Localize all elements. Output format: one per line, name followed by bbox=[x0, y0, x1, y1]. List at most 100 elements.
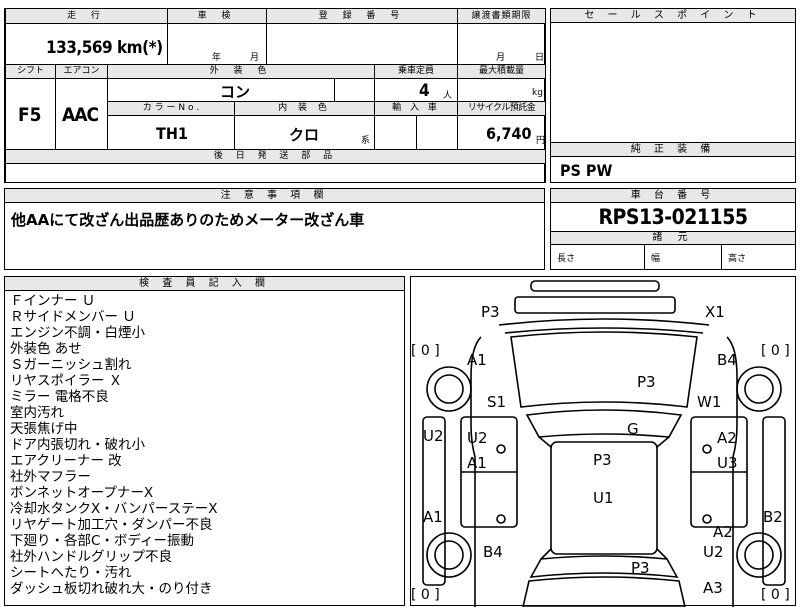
maxload-unit: kg bbox=[532, 88, 543, 98]
exterior-header-cell: 外 装 色 bbox=[107, 64, 375, 79]
shaken-cell: 年 月 bbox=[167, 23, 267, 65]
equipment-value: PS PW bbox=[560, 161, 613, 180]
damage-mark: A3 bbox=[703, 579, 723, 597]
recycle-value: 6,740 bbox=[486, 124, 532, 143]
interior-cell: クロ 系 bbox=[234, 115, 375, 150]
recycle-unit: 円 bbox=[536, 136, 546, 146]
shaken-month: 月 bbox=[250, 53, 260, 63]
inspector-line: ダッシュ板切れ破れ大・のり付き bbox=[10, 581, 213, 597]
import-header-cell: 輸 入 車 bbox=[374, 101, 458, 116]
inspector-line: 外装色 あせ bbox=[10, 341, 82, 357]
import-cell bbox=[374, 115, 458, 150]
windshield-shape bbox=[525, 409, 683, 438]
damage-mark: B4 bbox=[483, 543, 503, 561]
tire-tread-label: [ 0 ] bbox=[411, 343, 440, 359]
reg-header: 登 録 番 号 bbox=[318, 11, 406, 21]
sales-point-header: セ ー ル ス ポ イ ン ト bbox=[551, 9, 795, 23]
front-right-tire bbox=[736, 366, 782, 412]
color-no-cell: TH1 bbox=[107, 115, 235, 150]
chassis-box: 車 台 番 号 RPS13-021155 諸 元 長さ 幅 高さ bbox=[550, 188, 796, 270]
transfer-day: 日 bbox=[535, 53, 545, 63]
interior-header: 内 装 色 bbox=[278, 103, 331, 113]
damage-mark: U2 bbox=[467, 429, 488, 447]
inspector-line: リヤスポイラー Ｘ bbox=[10, 373, 123, 389]
shift-header-cell: シフト bbox=[5, 64, 56, 79]
sales-point-box: セ ー ル ス ポ イ ン ト bbox=[550, 8, 796, 143]
recycle-header-cell: リサイクル預託金 bbox=[457, 101, 546, 116]
front-bumper-shape bbox=[530, 280, 660, 292]
transfer-month: 月 bbox=[496, 53, 506, 63]
exterior-header: 外 装 色 bbox=[209, 66, 273, 76]
damage-mark: U3 bbox=[717, 454, 738, 472]
shaken-year: 年 bbox=[212, 53, 222, 63]
inspector-line: ボンネットオープナーX bbox=[10, 485, 154, 501]
seats-cell: 4 人 bbox=[374, 78, 458, 102]
later-parts-header-cell: 後 日 発 送 部 品 bbox=[5, 149, 546, 164]
interior-header-cell: 内 装 色 bbox=[234, 101, 375, 116]
chassis-header: 車 台 番 号 bbox=[551, 189, 795, 203]
damage-mark: B4 bbox=[717, 351, 737, 369]
recycle-header: リサイクル預託金 bbox=[467, 103, 536, 113]
notes-text: 他AAにて改ざん出品歴ありのためメーター改ざん車 bbox=[11, 211, 365, 229]
inspector-list: Ｆインナー Ｕ Ｒサイドメンバー Ｕ エンジン不調・白煙小 外装色 あせ Ｓガーニッシュ… bbox=[10, 293, 218, 597]
maxload-cell: kg bbox=[457, 78, 546, 102]
damage-mark: U1 bbox=[593, 489, 614, 507]
damage-mark: A2 bbox=[713, 523, 733, 541]
rear-right-tire bbox=[736, 532, 782, 578]
tire-tread-label: [ 0 ] bbox=[411, 587, 440, 603]
damage-mark: S1 bbox=[487, 393, 506, 411]
tire-tread-label: [ 0 ] bbox=[761, 343, 790, 359]
later-parts-header: 後 日 発 送 部 品 bbox=[213, 151, 338, 161]
ac-header: エアコン bbox=[63, 66, 100, 76]
import-header: 輸 入 車 bbox=[392, 103, 440, 113]
damage-mark: B2 bbox=[763, 508, 783, 526]
damage-mark: P3 bbox=[637, 373, 656, 391]
inspector-line: Ｒサイドメンバー Ｕ bbox=[10, 309, 136, 325]
damage-mark: P3 bbox=[593, 451, 612, 469]
car-diagram: P3 X1 A1 B4 P3 S1 W1 G U2 A2 A1 U3 P3 U2 U1 A2 A1 B2 B4 U2 P… bbox=[411, 280, 790, 607]
shaken-header-cell: 車 検 bbox=[167, 8, 267, 24]
dims-header: 諸 元 bbox=[551, 231, 795, 245]
inspector-line: Ｆインナー Ｕ bbox=[10, 293, 96, 309]
inspector-line: エンジン不調・白煙小 bbox=[10, 325, 145, 341]
mileage-value: 133,569 bbox=[46, 38, 113, 58]
rear-window-shape bbox=[529, 555, 679, 578]
ac-value: AAC bbox=[62, 104, 99, 126]
seats-header-cell: 乗車定員 bbox=[374, 64, 458, 79]
notes-header: 注 意 事 項 欄 bbox=[5, 189, 544, 203]
inspector-line: ミラー 電格不良 bbox=[10, 389, 109, 405]
damage-mark: U2 bbox=[703, 543, 724, 561]
inspector-line: 室内汚れ bbox=[10, 405, 64, 421]
damage-mark: X1 bbox=[705, 303, 725, 321]
later-parts-cell bbox=[5, 163, 546, 183]
maxload-header-cell: 最大積載量 bbox=[457, 64, 546, 79]
notes-box: 注 意 事 項 欄 他AAにて改ざん出品歴ありのためメーター改ざん車 bbox=[4, 188, 545, 270]
length-label: 長さ bbox=[557, 254, 576, 264]
inspector-header: 検 査 員 記 入 欄 bbox=[5, 277, 404, 291]
inspector-line: エアクリーナー 改 bbox=[10, 453, 122, 469]
mileage-cell: 133,569 km(*) bbox=[5, 23, 168, 65]
inspector-line: シートへたり・汚れ bbox=[10, 565, 132, 581]
recycle-cell: 6,740 円 bbox=[457, 115, 546, 150]
damage-mark: A1 bbox=[423, 508, 443, 526]
tire-tread-label: [ 0 ] bbox=[761, 587, 790, 603]
inspector-line: Ｓガーニッシュ割れ bbox=[10, 357, 132, 373]
damage-mark: P3 bbox=[631, 559, 650, 577]
right-sill-shape bbox=[762, 416, 786, 586]
front-left-tire bbox=[426, 366, 472, 412]
chassis-value: RPS13-021155 bbox=[598, 205, 748, 229]
color-no-value: TH1 bbox=[156, 124, 188, 143]
damage-mark: U2 bbox=[423, 427, 444, 445]
shaken-header: 車 検 bbox=[197, 11, 237, 21]
inspector-line: 天張焦げ中 bbox=[10, 421, 78, 437]
transfer-header-cell: 譲渡書類期限 bbox=[457, 8, 546, 24]
seats-value: 4 bbox=[419, 81, 430, 101]
reg-cell bbox=[266, 23, 458, 65]
seats-header: 乗車定員 bbox=[397, 66, 434, 76]
ac-header-cell: エアコン bbox=[55, 64, 108, 79]
inspector-line: リヤゲート加工穴・ダンパー不良 bbox=[10, 517, 213, 533]
seats-unit: 人 bbox=[443, 91, 453, 101]
equipment-box: 純 正 装 備 PS PW bbox=[550, 142, 796, 183]
inspector-line: ドア内張切れ・破れ小 bbox=[10, 437, 145, 453]
shift-cell: F5 bbox=[5, 78, 56, 150]
